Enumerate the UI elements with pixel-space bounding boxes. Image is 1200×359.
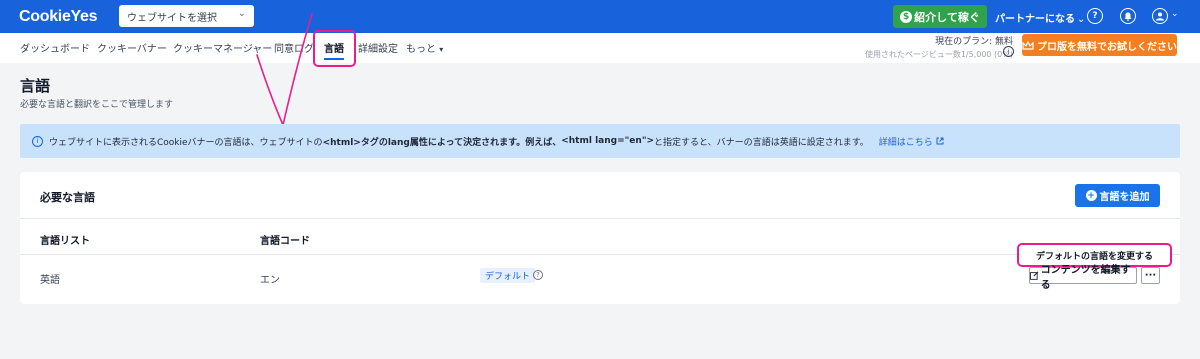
edit-content-button[interactable]: コンテンツを編集する [1029, 265, 1137, 291]
refer-earn-label: 紹介して稼ぐ [914, 10, 980, 24]
crown-icon [1022, 40, 1034, 50]
card-title: 必要な言語 [40, 191, 95, 204]
pageview-usage: 使用されたページビュー数1/5,000 (0%) [864, 50, 1013, 59]
divider [20, 254, 1180, 255]
info-banner: i ウェブサイトに表示されるCookieバナーの言語は、ウェブサイトの <htm… [20, 124, 1180, 158]
question-icon[interactable]: ? [533, 270, 543, 280]
help-icon[interactable]: ? [1087, 8, 1103, 24]
tab-cookie-banner[interactable]: クッキーバナー [97, 40, 167, 55]
banner-text-code: <html lang="en"> [561, 136, 655, 146]
row-language-code: エン [260, 275, 280, 286]
tab-cookie-manager[interactable]: クッキーマネージャー [173, 40, 272, 55]
user-avatar-icon[interactable] [1152, 8, 1168, 24]
edit-content-label: コンテンツを編集する [1040, 264, 1131, 291]
tab-more-label: もっと [406, 44, 436, 55]
more-options-button[interactable]: ··· [1141, 267, 1160, 284]
top-bar: CookieYes ウェブサイトを選択 ⌄ $ 紹介して稼ぐ パートナーになる ⌄… [0, 0, 1200, 33]
chevron-down-icon: ⌄ [1077, 14, 1086, 25]
page-subtitle: 必要な言語と翻訳をここで管理します [20, 100, 174, 110]
plus-icon: + [1085, 190, 1097, 201]
learn-more-link[interactable]: 詳細はこちら [879, 135, 944, 148]
logo[interactable]: CookieYes [19, 8, 98, 26]
website-select-value: ウェブサイトを選択 [127, 13, 217, 24]
website-select[interactable]: ウェブサイトを選択 ⌄ [119, 5, 254, 27]
info-icon: i [32, 135, 43, 147]
edit-icon [1030, 271, 1039, 280]
row-language: 英語 [40, 275, 60, 286]
coin-icon: $ [900, 10, 913, 23]
column-header-language-code: 言語コード [260, 236, 310, 247]
tab-dashboard[interactable]: ダッシュボード [20, 40, 90, 55]
chevron-down-icon: ⌄ [237, 8, 246, 19]
tab-advanced-settings[interactable]: 詳細設定 [358, 40, 398, 55]
languages-card: 必要な言語 + 言語を追加 言語リスト 言語コード 英語 エン デフォルト ? … [20, 172, 1180, 304]
refer-earn-button[interactable]: $ 紹介して稼ぐ [893, 5, 987, 28]
add-language-label: 言語を追加 [1099, 192, 1150, 203]
banner-text-bold: <html>タグのlang属性によって決定されます。例えば、 [322, 137, 562, 148]
add-language-button[interactable]: + 言語を追加 [1075, 184, 1160, 207]
plan-info: 現在のプラン: 無料 使用されたページビュー数1/5,000 (0%) [865, 34, 1013, 60]
banner-text-end: と指定すると、バナーの言語は英語に設定されます。 [654, 137, 869, 148]
tab-consent-log[interactable]: 同意ログ [274, 40, 314, 55]
default-badge: デフォルト [480, 268, 536, 283]
current-plan: 現在のプラン: 無料 [935, 37, 1013, 47]
highlight-box-languages-tab [313, 30, 356, 67]
external-link-icon [936, 137, 944, 144]
page-title: 言語 [20, 77, 51, 95]
chevron-down-icon[interactable]: ⌄ [1171, 9, 1179, 19]
bell-icon[interactable] [1120, 8, 1136, 24]
banner-text-start: ウェブサイトに表示されるCookieバナーの言語は、ウェブサイトの [49, 137, 323, 148]
free-trial-button[interactable]: プロ版を無料でお試しください [1022, 34, 1177, 56]
partner-menu[interactable]: パートナーになる ⌄ [995, 10, 1085, 25]
column-header-language-list: 言語リスト [40, 236, 90, 247]
divider [20, 218, 1180, 219]
plan-info-icon[interactable]: i [1003, 46, 1014, 57]
tab-more[interactable]: もっと ▾ [406, 40, 443, 55]
caret-down-icon: ▾ [439, 45, 444, 54]
partner-label: パートナーになる [995, 14, 1075, 25]
free-trial-label: プロ版を無料でお試しください [1037, 41, 1177, 53]
learn-more-label: 詳細はこちら [878, 137, 933, 148]
